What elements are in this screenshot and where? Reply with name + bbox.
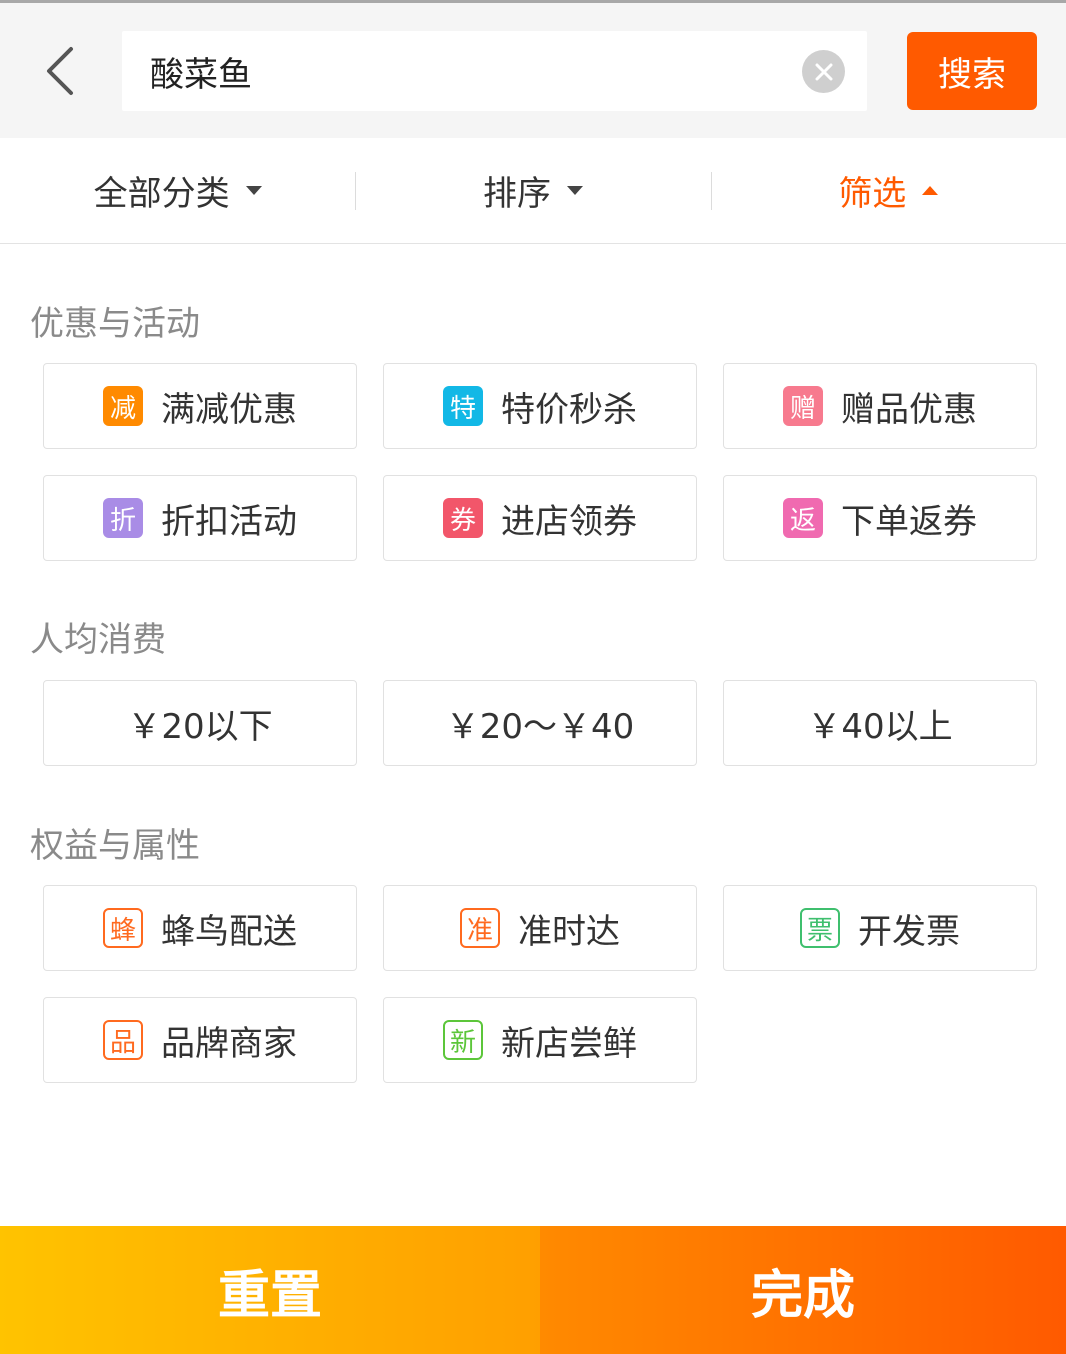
option-discount[interactable]: 折 折扣活动 xyxy=(43,475,357,561)
search-button[interactable]: 搜索 xyxy=(907,32,1037,110)
option-label: 开发票 xyxy=(858,911,960,952)
chevron-left-icon xyxy=(47,47,73,95)
caret-down-icon xyxy=(566,186,583,195)
option-flash-sale[interactable]: 特 特价秒杀 xyxy=(383,363,697,449)
option-label: 下单返券 xyxy=(841,501,977,542)
caret-down-icon xyxy=(245,186,262,195)
tab-sort[interactable]: 排序 xyxy=(355,138,710,243)
close-icon xyxy=(815,63,832,80)
section-title-price: 人均消费 xyxy=(30,620,166,660)
option-brand-merchant[interactable]: 品 品牌商家 xyxy=(43,997,357,1083)
invoice-badge-icon: 票 xyxy=(800,908,840,948)
caret-up-icon xyxy=(922,186,939,195)
option-label: ￥20以下 xyxy=(127,706,273,747)
reduction-badge-icon: 减 xyxy=(103,386,143,426)
option-store-coupon[interactable]: 券 进店领券 xyxy=(383,475,697,561)
option-label: 进店领券 xyxy=(501,501,637,542)
option-full-reduction[interactable]: 减 满减优惠 xyxy=(43,363,357,449)
section-title-promotions: 优惠与活动 xyxy=(30,304,200,344)
option-label: 折扣活动 xyxy=(161,501,297,542)
search-input[interactable] xyxy=(150,31,790,111)
tab-label: 全部分类 xyxy=(93,174,230,214)
tab-label: 筛选 xyxy=(838,174,907,214)
option-hummingbird-delivery[interactable]: 蜂 蜂鸟配送 xyxy=(43,885,357,971)
option-label: 特价秒杀 xyxy=(501,389,637,430)
option-price-under-20[interactable]: ￥20以下 xyxy=(43,680,357,766)
option-order-rebate[interactable]: 返 下单返券 xyxy=(723,475,1037,561)
option-gift[interactable]: 赠 赠品优惠 xyxy=(723,363,1037,449)
option-label: 赠品优惠 xyxy=(841,389,977,430)
option-label: ￥40以上 xyxy=(807,706,953,747)
search-header: 搜索 xyxy=(0,0,1066,138)
option-label: 品牌商家 xyxy=(161,1023,297,1064)
option-on-time[interactable]: 准 准时达 xyxy=(383,885,697,971)
rebate-badge-icon: 返 xyxy=(783,498,823,538)
new-store-badge-icon: 新 xyxy=(443,1020,483,1060)
hummingbird-badge-icon: 蜂 xyxy=(103,908,143,948)
filter-page: 搜索 全部分类 排序 筛选 优惠与活动 减 满减优惠 特 特价秒杀 赠 赠品优惠… xyxy=(0,0,1066,1354)
on-time-badge-icon: 准 xyxy=(460,908,500,948)
reset-button[interactable]: 重置 xyxy=(0,1226,540,1354)
filter-tab-bar: 全部分类 排序 筛选 xyxy=(0,138,1066,244)
gift-badge-icon: 赠 xyxy=(783,386,823,426)
option-label: 准时达 xyxy=(518,911,620,952)
option-price-over-40[interactable]: ￥40以上 xyxy=(723,680,1037,766)
tab-filter[interactable]: 筛选 xyxy=(710,138,1066,243)
tab-label: 排序 xyxy=(482,174,551,214)
done-button[interactable]: 完成 xyxy=(540,1226,1066,1354)
search-box xyxy=(122,31,867,111)
section-title-attributes: 权益与属性 xyxy=(30,826,200,866)
option-new-store[interactable]: 新 新店尝鲜 xyxy=(383,997,697,1083)
option-price-20-40[interactable]: ￥20～￥40 xyxy=(383,680,697,766)
option-label: 满减优惠 xyxy=(161,389,297,430)
option-label: 新店尝鲜 xyxy=(501,1023,637,1064)
back-button[interactable] xyxy=(28,39,92,103)
tab-category[interactable]: 全部分类 xyxy=(0,138,355,243)
special-badge-icon: 特 xyxy=(443,386,483,426)
discount-badge-icon: 折 xyxy=(103,498,143,538)
bottom-actions: 重置 完成 xyxy=(0,1226,1066,1354)
brand-badge-icon: 品 xyxy=(103,1020,143,1060)
option-invoice[interactable]: 票 开发票 xyxy=(723,885,1037,971)
coupon-badge-icon: 券 xyxy=(443,498,483,538)
clear-search-button[interactable] xyxy=(802,50,845,93)
option-label: 蜂鸟配送 xyxy=(161,911,297,952)
option-label: ￥20～￥40 xyxy=(445,706,635,747)
